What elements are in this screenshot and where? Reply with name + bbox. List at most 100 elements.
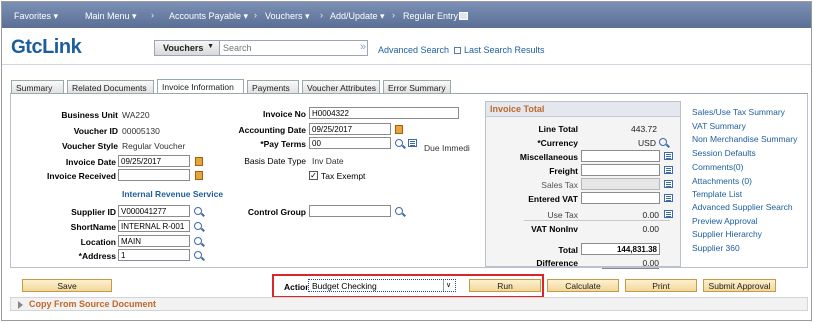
tab-error-summary[interactable]: Error Summary [383, 80, 451, 94]
basis-date-type-label: Basis Date Type [244, 156, 306, 166]
sales-tax-field [581, 178, 660, 190]
voucher-id-label: Voucher ID [73, 126, 118, 136]
main-menu-label: Main Menu [85, 11, 130, 21]
link-supplier-hierarchy[interactable]: Supplier Hierarchy [692, 229, 762, 239]
detail-icon[interactable] [664, 180, 673, 188]
currency-value[interactable]: USD [602, 138, 656, 148]
difference-value: 0.00 [602, 258, 659, 269]
tax-exempt-checkbox[interactable]: ✓ [309, 171, 318, 180]
detail-icon[interactable] [664, 152, 673, 160]
invoice-received-field[interactable] [118, 169, 190, 181]
ctclink-logo: GtcLink [11, 36, 82, 59]
search-bar: Vouchers ▼ [154, 40, 368, 56]
search-go-icon[interactable]: » [360, 41, 366, 53]
pay-terms-field[interactable]: 00 [309, 137, 391, 149]
advanced-search-link[interactable]: Advanced Search [378, 45, 449, 55]
breadcrumb-vouchers[interactable]: Vouchers ▾ [265, 11, 310, 22]
total-divider [524, 220, 670, 221]
entered-vat-field[interactable] [581, 192, 660, 204]
calendar-icon[interactable] [395, 125, 403, 134]
favorites-label: Favorites [14, 11, 52, 21]
detail-icon[interactable] [664, 210, 673, 218]
invoice-date-field[interactable]: 09/25/2017 [118, 155, 190, 167]
lookup-icon[interactable] [194, 237, 202, 245]
tab-summary[interactable]: Summary [11, 80, 64, 94]
control-group-field[interactable] [309, 205, 391, 217]
link-comments[interactable]: Comments(0) [692, 162, 743, 172]
link-session-defaults[interactable]: Session Defaults [692, 148, 756, 158]
header-divider [2, 64, 811, 65]
miscellaneous-field[interactable] [581, 150, 660, 162]
submit-approval-button[interactable]: Submit Approval [703, 279, 776, 292]
lookup-icon[interactable] [194, 251, 202, 259]
address-field[interactable]: 1 [118, 249, 190, 261]
voucher-id-value: 00005130 [122, 126, 160, 136]
lookup-icon[interactable] [194, 207, 202, 215]
main-menu[interactable]: Main Menu ▾ [85, 11, 137, 22]
favorites-menu[interactable]: Favorites ▾ [14, 11, 58, 22]
search-input[interactable] [223, 42, 365, 54]
last-search-results-link[interactable]: Last Search Results [454, 45, 545, 55]
voucher-style-value: Regular Voucher [122, 141, 186, 151]
copy-from-label: Copy From Source Document [29, 299, 157, 309]
action-select[interactable]: Budget Checking ∨ [308, 279, 456, 292]
link-attachments[interactable]: Attachments (0) [692, 176, 752, 186]
link-non-merchandise-summary[interactable]: Non Merchandise Summary [692, 134, 797, 144]
logo-mark-icon: G [11, 37, 26, 58]
calculate-button[interactable]: Calculate [547, 279, 619, 292]
detail-icon[interactable] [664, 166, 673, 174]
link-sales-use-tax-summary[interactable]: Sales/Use Tax Summary [692, 107, 785, 117]
copy-from-source-document-section[interactable]: Copy From Source Document [10, 297, 808, 311]
total-field[interactable]: 144,831.38 [581, 243, 660, 255]
total-label: Total [558, 245, 578, 255]
basis-date-type-value: Inv Date [312, 156, 344, 166]
search-scope-select[interactable]: Vouchers ▼ [155, 41, 220, 55]
line-total-label: Line Total [538, 124, 578, 134]
location-label: Location [80, 237, 116, 247]
link-supplier-360[interactable]: Supplier 360 [692, 243, 740, 253]
tab-payments[interactable]: Payments [247, 80, 299, 94]
chevron-right-icon: › [151, 10, 154, 20]
save-button[interactable]: Save [22, 279, 112, 292]
link-vat-summary[interactable]: VAT Summary [692, 121, 746, 131]
breadcrumb-accounts-payable[interactable]: Accounts Payable ▾ [169, 11, 248, 22]
invoice-no-field[interactable]: H0004322 [309, 107, 459, 119]
tab-voucher-attributes[interactable]: Voucher Attributes [302, 80, 380, 94]
accounting-date-field[interactable]: 09/25/2017 [309, 123, 391, 135]
new-window-icon [459, 12, 469, 20]
invoice-date-label: Invoice Date [65, 157, 116, 167]
lookup-icon[interactable] [194, 222, 202, 230]
detail-icon[interactable] [408, 139, 417, 147]
freight-field[interactable] [581, 164, 660, 176]
shortname-field[interactable]: INTERNAL R-001 [118, 220, 190, 232]
link-template-list[interactable]: Template List [692, 189, 742, 199]
difference-label: Difference [536, 258, 578, 268]
expand-triangle-icon[interactable] [18, 301, 23, 309]
link-advanced-supplier-search[interactable]: Advanced Supplier Search [692, 202, 793, 212]
location-field[interactable]: MAIN [118, 235, 190, 247]
tab-invoice-information[interactable]: Invoice Information [157, 79, 244, 94]
tab-related-documents[interactable]: Related Documents [67, 80, 154, 94]
supplier-name-link[interactable]: Internal Revenue Service [122, 189, 223, 199]
app-window: Favorites ▾ Main Menu ▾ › Accounts Payab… [1, 1, 812, 321]
freight-label: Freight [549, 166, 578, 176]
chevron-right-icon: › [392, 10, 395, 20]
detail-icon[interactable] [664, 194, 673, 202]
supplier-id-label: Supplier ID [71, 207, 116, 217]
calendar-icon[interactable] [195, 157, 203, 166]
lookup-icon[interactable] [395, 139, 403, 147]
link-preview-approval[interactable]: Preview Approval [692, 216, 758, 226]
print-button[interactable]: Print [625, 279, 697, 292]
invoice-received-label: Invoice Received [47, 171, 116, 181]
supplier-id-field[interactable]: V000041277 [118, 205, 190, 217]
breadcrumb-add-update[interactable]: Add/Update ▾ [330, 11, 385, 22]
breadcrumb-label: Regular Entry [403, 11, 459, 21]
business-unit-label: Business Unit [61, 110, 118, 120]
lookup-icon[interactable] [659, 138, 667, 146]
run-button[interactable]: Run [469, 279, 541, 292]
lookup-icon[interactable] [395, 207, 403, 215]
calendar-icon[interactable] [195, 171, 203, 180]
search-scope-value: Vouchers [163, 43, 204, 53]
breadcrumb-regular-entry[interactable]: Regular Entry [403, 11, 469, 21]
logo-text-prefix: tc [25, 36, 43, 58]
